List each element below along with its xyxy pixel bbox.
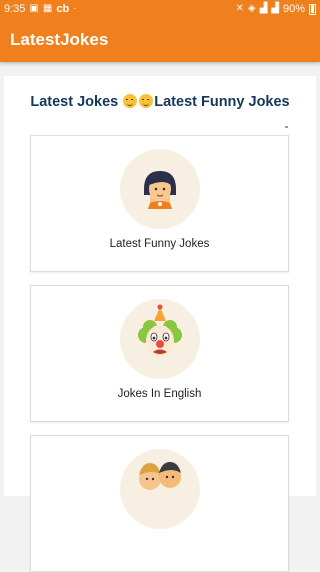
status-time: 9:35 [4,3,26,15]
image-notification-icon: ▣ [29,3,39,14]
category-card-third[interactable] [30,435,289,572]
app-title: LatestJokes [10,30,109,49]
page-headline: Latest Jokes Latest Funny Jokes [4,94,316,110]
mute-icon: ✕ [235,3,244,14]
status-bar: 9:35 ▣ ▦ cb · ✕ ◈ ▟ ▟ 90% [0,0,320,18]
dot-icon: · [73,3,77,14]
couple-icon [139,462,181,490]
category-card-jokes-in-english[interactable]: Jokes In English [30,285,289,422]
clown-icon [138,304,182,357]
scroll-mark [285,126,288,128]
signal-icon: ▟ [271,3,279,14]
photo-notification-icon: ▦ [42,3,53,14]
battery-icon [309,3,316,15]
category-icon-bg [120,149,200,229]
grin-emoji-icon [139,94,154,108]
carrier-badge: cb [56,3,70,15]
signal-icon: ▟ [259,3,268,14]
app-bar: LatestJokes [0,18,320,62]
headline-part1: Latest Jokes [30,94,119,110]
girl-avatar-icon [144,171,176,209]
wifi-icon: ◈ [247,3,256,14]
category-card-latest-funny-jokes[interactable]: Latest Funny Jokes [30,135,289,272]
grin-emoji-icon [123,94,138,108]
category-icon-bg [120,299,200,379]
content-card: Latest Jokes Latest Funny Jokes Latest F… [4,76,316,572]
category-label: Jokes In English [117,388,202,400]
category-label: Latest Funny Jokes [109,238,210,250]
category-icon-bg [120,449,200,529]
headline-part2: Latest Funny Jokes [154,94,290,110]
battery-percent: 90% [282,3,305,15]
